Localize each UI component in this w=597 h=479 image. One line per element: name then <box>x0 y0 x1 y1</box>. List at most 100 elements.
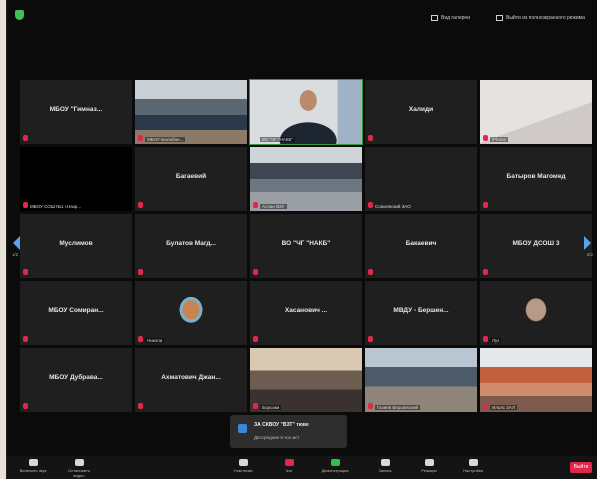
reactions-button[interactable]: Реакции <box>415 459 443 473</box>
leave-meeting-button[interactable]: Выйти <box>570 462 592 473</box>
participant-tile-active-speaker[interactable]: ВО "ЧГ "НАКБ" <box>249 79 363 145</box>
muted-mic-icon <box>23 202 28 208</box>
share-screen-button[interactable]: Демонстрация <box>321 459 349 473</box>
settings-label: Настройки <box>463 468 483 473</box>
muted-mic-icon <box>253 336 258 342</box>
participant-name: МБОУ Дубрава... <box>49 374 103 381</box>
participant-tile[interactable]: МБОУ-Балабан... <box>135 80 247 144</box>
participant-tile[interactable]: Булатов Магд... <box>135 214 247 278</box>
participants-button[interactable]: Участники <box>229 459 257 473</box>
muted-mic-icon <box>23 135 28 141</box>
participant-name: Бакаевич <box>405 240 437 247</box>
notification-sender: ЗА СКВОУ "ВЗТ" тюве <box>254 422 309 428</box>
video-feed <box>250 147 362 211</box>
unmute-button[interactable]: Включить звук <box>19 459 47 473</box>
participant-name: Сомоевский ЗАО <box>375 204 411 209</box>
participant-tile[interactable]: Ахматович Джан... <box>135 348 247 412</box>
share-screen-label: Демонстрация <box>321 468 349 473</box>
notification-message: Дессредние 5 чол.ист <box>254 435 300 440</box>
participant-tile[interactable]: Сомоевский ЗАО <box>365 147 477 211</box>
participant-tile[interactable]: Никола <box>135 281 247 345</box>
muted-mic-icon <box>138 135 143 141</box>
settings-icon <box>468 459 478 466</box>
participant-name: Ильяс ЗАЛ <box>490 405 517 410</box>
participant-name: МБОУ ДСОШ 3 <box>512 240 560 247</box>
chat-button[interactable]: Чат <box>275 459 303 473</box>
participant-tile[interactable]: iPhone <box>480 80 592 144</box>
participant-tile[interactable]: Батыров Магомед <box>480 147 592 211</box>
stop-video-button[interactable]: Остановить видео <box>65 459 93 478</box>
muted-mic-icon <box>138 269 143 275</box>
muted-mic-icon <box>23 269 28 275</box>
shield-icon[interactable] <box>15 10 24 20</box>
reactions-icon <box>424 459 434 466</box>
participant-tile[interactable]: Ильяс ЗАЛ <box>480 348 592 412</box>
participant-tile[interactable]: Багаевий <box>135 147 247 211</box>
participant-name: Луз <box>490 338 502 343</box>
participant-tile[interactable]: Муслимов <box>20 214 132 278</box>
muted-mic-icon <box>253 269 258 275</box>
page-indicator-left: 1/2 <box>12 252 19 257</box>
exit-fullscreen-icon <box>496 14 503 21</box>
view-button[interactable]: Вид галереи <box>431 13 470 22</box>
participant-tile[interactable]: Халиди <box>365 80 477 144</box>
muted-mic-icon <box>23 403 28 409</box>
page-indicator-right: 2/2 <box>586 252 593 257</box>
chat-icon <box>238 424 247 433</box>
muted-mic-icon <box>368 202 373 208</box>
video-feed <box>250 80 362 144</box>
record-label: Запись <box>378 468 392 473</box>
video-feed <box>250 348 362 412</box>
participant-tile[interactable]: Газиев Бершевский <box>365 348 477 412</box>
participant-tile[interactable]: МБОУ ДСОШ 3 <box>480 214 592 278</box>
muted-mic-icon <box>483 202 488 208</box>
muted-mic-icon <box>368 403 373 409</box>
participant-tile[interactable]: Луз <box>480 281 592 345</box>
participant-name: ВО "ЧГ "НАКБ" <box>281 240 331 247</box>
muted-mic-icon <box>23 336 28 342</box>
muted-mic-icon <box>483 135 488 141</box>
video-feed <box>135 80 247 144</box>
muted-mic-icon <box>368 135 373 141</box>
settings-button[interactable]: Настройки <box>459 459 487 473</box>
reactions-label: Реакции <box>421 468 437 473</box>
participant-name: iPhone <box>490 137 509 142</box>
unmute-label: Включить звук <box>19 468 47 473</box>
record-button[interactable]: Запись <box>371 459 399 473</box>
participant-tile[interactable]: ВО "ЧГ "НАКБ" <box>250 214 362 278</box>
previous-page-arrow-icon[interactable] <box>13 236 20 250</box>
muted-mic-icon <box>138 403 143 409</box>
participant-tile[interactable]: Бакаевич <box>365 214 477 278</box>
participants-label: Участники <box>233 468 253 473</box>
participant-name: Батыров Магомед <box>506 173 566 180</box>
share-screen-icon <box>330 459 340 466</box>
exit-fullscreen-button[interactable]: Выйти из полноэкранного режима <box>496 13 585 22</box>
participant-tile[interactable]: Аслан ВЗУ <box>250 147 362 211</box>
participant-name: Ахматович Джан... <box>161 374 221 381</box>
participant-name: ВО "ЧГ "НАКБ" <box>260 137 295 142</box>
camera-icon <box>74 459 84 466</box>
participant-tile[interactable]: МБОУ Сомиран... <box>20 281 132 345</box>
participant-tile[interactable]: Борсаки <box>250 348 362 412</box>
chat-notification[interactable]: ЗА СКВОУ "ВЗТ" тюве Дессредние 5 чол.ист <box>230 415 347 448</box>
top-bar: Вид галереи Выйти из полноэкранного режи… <box>7 0 597 34</box>
participant-name: Газиев Бершевский <box>375 405 421 410</box>
muted-mic-icon <box>483 269 488 275</box>
next-page-arrow-icon[interactable] <box>584 236 591 250</box>
muted-mic-icon <box>368 336 373 342</box>
participant-tile[interactable]: МВДУ - Бершен... <box>365 281 477 345</box>
participant-tile[interactable]: МБОУ "Гимназ... <box>20 80 132 144</box>
participant-name: МБОУ-Балабан... <box>145 137 186 142</box>
video-feed <box>480 80 592 144</box>
participant-name: МБОУ Сомиран... <box>48 307 104 314</box>
participant-tile[interactable]: Хасанович ... <box>250 281 362 345</box>
microphone-icon <box>28 459 38 466</box>
record-icon <box>380 459 390 466</box>
participant-name: Муслимов <box>59 240 93 247</box>
participant-tile[interactable]: МБОУ Дубрава... <box>20 348 132 412</box>
participant-tile[interactable]: МБОУ СОШ №1 г.Назр... <box>20 147 132 211</box>
muted-mic-icon <box>483 403 488 409</box>
profile-picture <box>135 281 247 345</box>
participant-name: Хасанович ... <box>284 307 328 314</box>
participant-name: Борсаки <box>260 405 282 410</box>
